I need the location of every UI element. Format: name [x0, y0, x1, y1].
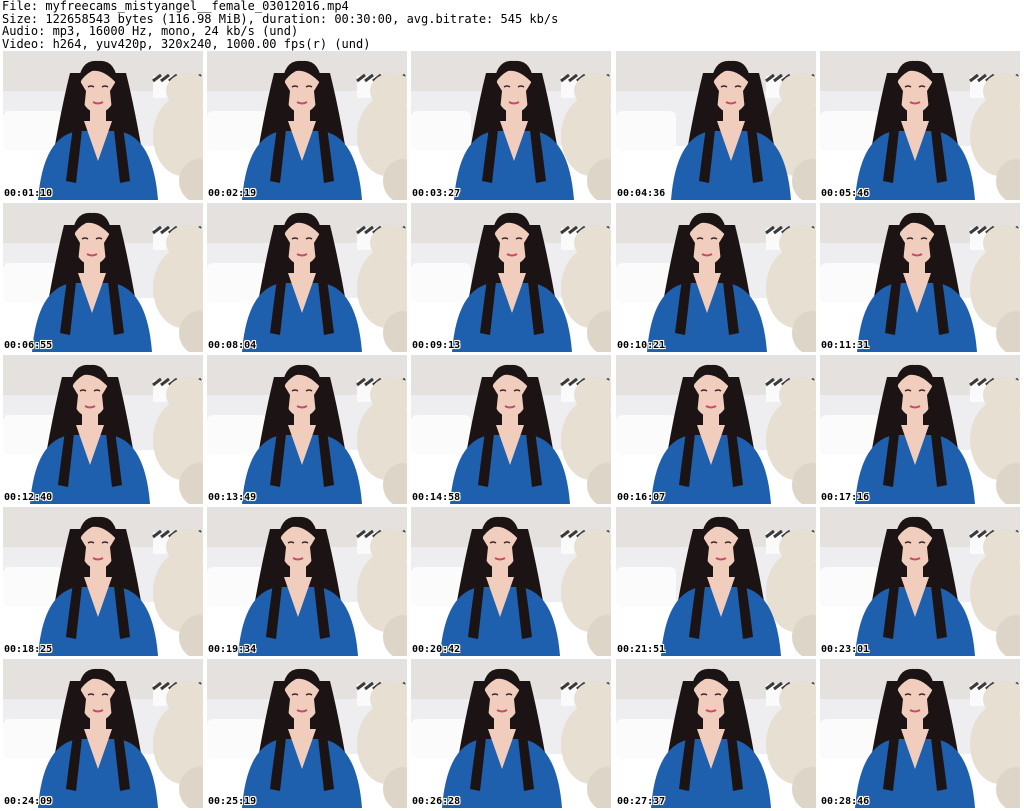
thumbnail-timestamp: 00:12:40 [4, 492, 53, 503]
thumbnail-timestamp: 00:16:07 [617, 492, 666, 503]
thumbnail-timestamp: 00:23:01 [821, 644, 870, 655]
video-thumbnail: 00:10:21 [616, 203, 816, 352]
thumbnail-timestamp: 00:05:46 [821, 188, 870, 199]
video-thumbnail: 00:24:09 [3, 659, 203, 808]
thumbnail-timestamp: 00:13:49 [208, 492, 257, 503]
video-frame-image [820, 203, 1020, 352]
thumbnail-timestamp: 00:26:28 [412, 796, 461, 807]
thumbnail-timestamp: 00:01:10 [4, 188, 53, 199]
video-thumbnail: 00:06:55 [3, 203, 203, 352]
video-thumbnail: 00:26:28 [411, 659, 611, 808]
video-frame-image [207, 51, 407, 200]
thumbnail-grid: 00:01:10 00:02:19 00:03:27 00:04:36 00:0… [3, 51, 1022, 808]
thumbnail-timestamp: 00:19:34 [208, 644, 257, 655]
thumbnail-timestamp: 00:27:37 [617, 796, 666, 807]
video-thumbnail: 00:17:16 [820, 355, 1020, 504]
video-info-line: Video: h264, yuv420p, 320x240, 1000.00 f… [2, 36, 371, 51]
video-frame-image [820, 51, 1020, 200]
video-frame-image [616, 355, 816, 504]
thumbnail-timestamp: 00:04:36 [617, 188, 666, 199]
video-thumbnail: 00:20:42 [411, 507, 611, 656]
video-thumbnail: 00:28:46 [820, 659, 1020, 808]
video-frame-image [411, 355, 611, 504]
video-thumbnail: 00:27:37 [616, 659, 816, 808]
video-frame-image [411, 659, 611, 808]
thumbnail-timestamp: 00:28:46 [821, 796, 870, 807]
thumbnail-timestamp: 00:03:27 [412, 188, 461, 199]
video-frame-image [3, 507, 203, 656]
thumbnail-timestamp: 00:09:13 [412, 340, 461, 351]
video-thumbnail: 00:08:04 [207, 203, 407, 352]
video-frame-image [820, 507, 1020, 656]
video-frame-image [616, 203, 816, 352]
thumbnail-timestamp: 00:17:16 [821, 492, 870, 503]
thumbnail-timestamp: 00:20:42 [412, 644, 461, 655]
video-frame-image [616, 51, 816, 200]
file-name-line: File: myfreecams_mistyangel__female_0301… [2, 0, 349, 13]
video-thumbnail: 00:04:36 [616, 51, 816, 200]
video-frame-image [411, 507, 611, 656]
video-thumbnail: 00:16:07 [616, 355, 816, 504]
video-frame-image [3, 203, 203, 352]
video-frame-image [820, 659, 1020, 808]
video-thumbnail: 00:12:40 [3, 355, 203, 504]
video-thumbnail: 00:09:13 [411, 203, 611, 352]
video-frame-image [207, 507, 407, 656]
video-frame-image [3, 659, 203, 808]
video-frame-image [411, 51, 611, 200]
thumbnail-timestamp: 00:08:04 [208, 340, 257, 351]
thumbnail-timestamp: 00:02:19 [208, 188, 257, 199]
video-thumbnail: 00:19:34 [207, 507, 407, 656]
video-thumbnail: 00:03:27 [411, 51, 611, 200]
thumbnail-timestamp: 00:24:09 [4, 796, 53, 807]
video-frame-image [411, 203, 611, 352]
audio-info-line: Audio: mp3, 16000 Hz, mono, 24 kb/s (und… [2, 24, 299, 38]
video-frame-image [820, 355, 1020, 504]
video-thumbnail: 00:21:51 [616, 507, 816, 656]
thumbnail-timestamp: 00:21:51 [617, 644, 666, 655]
video-thumbnail: 00:02:19 [207, 51, 407, 200]
video-frame-image [207, 659, 407, 808]
video-thumbnail: 00:18:25 [3, 507, 203, 656]
video-thumbnail: 00:23:01 [820, 507, 1020, 656]
video-thumbnail: 00:05:46 [820, 51, 1020, 200]
video-frame-image [207, 203, 407, 352]
video-frame-image [616, 659, 816, 808]
video-thumbnail: 00:01:10 [3, 51, 203, 200]
video-thumbnail: 00:13:49 [207, 355, 407, 504]
video-frame-image [207, 355, 407, 504]
video-thumbnail: 00:11:31 [820, 203, 1020, 352]
video-thumbnail: 00:14:58 [411, 355, 611, 504]
thumbnail-timestamp: 00:10:21 [617, 340, 666, 351]
thumbnail-timestamp: 00:11:31 [821, 340, 870, 351]
file-info-header: File: myfreecams_mistyangel__female_0301… [2, 0, 1022, 50]
thumbnail-timestamp: 00:06:55 [4, 340, 53, 351]
thumbnail-timestamp: 00:25:19 [208, 796, 257, 807]
video-thumbnail: 00:25:19 [207, 659, 407, 808]
video-frame-image [3, 355, 203, 504]
thumbnail-timestamp: 00:18:25 [4, 644, 53, 655]
thumbnail-timestamp: 00:14:58 [412, 492, 461, 503]
video-frame-image [3, 51, 203, 200]
video-frame-image [616, 507, 816, 656]
